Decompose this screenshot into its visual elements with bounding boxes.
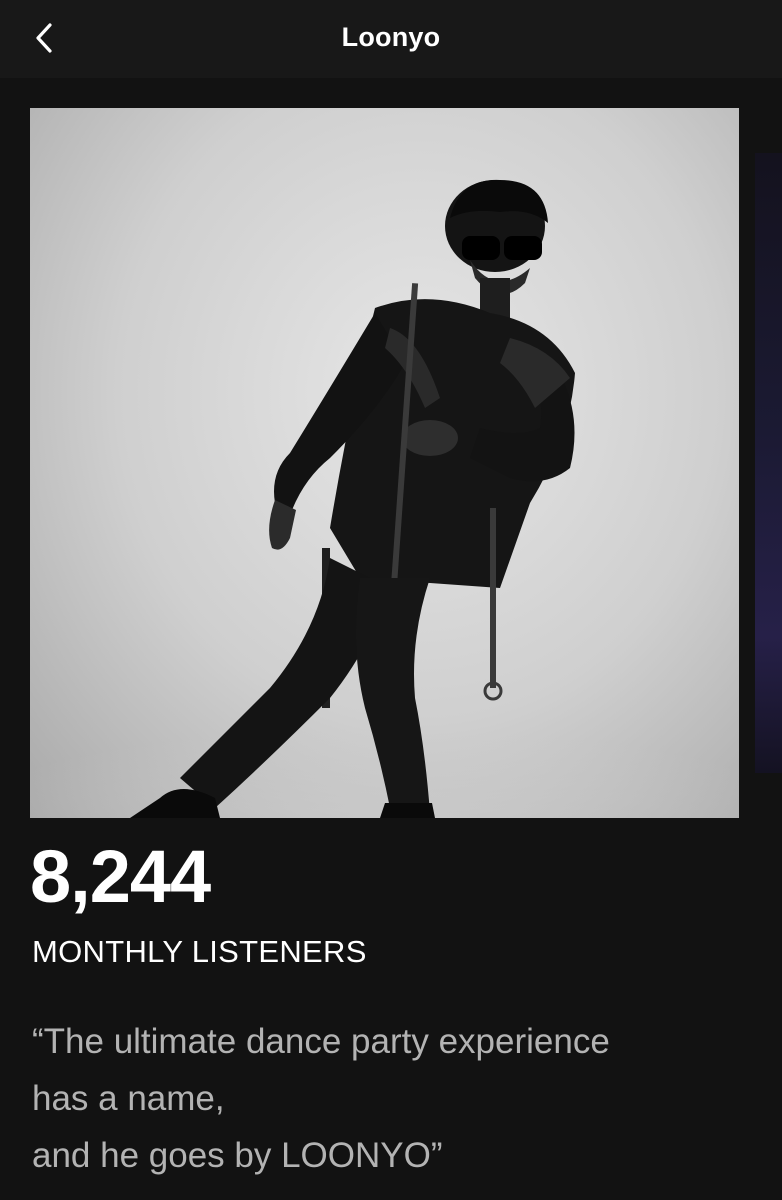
bio-line: and he goes by LOONYO” bbox=[32, 1136, 443, 1175]
monthly-listeners-label: MONTHLY LISTENERS bbox=[32, 934, 367, 969]
artist-bio: “The ultimate dance party experience has… bbox=[32, 1013, 752, 1184]
bio-line: “The ultimate dance party experience bbox=[32, 1022, 610, 1061]
artist-about-section: 8,244 MONTHLY LISTENERS “The ultimate da… bbox=[0, 78, 782, 1200]
artist-silhouette bbox=[30, 179, 739, 818]
page-title: Loonyo bbox=[341, 22, 441, 52]
monthly-listeners-count: 8,244 bbox=[30, 835, 211, 918]
next-gallery-image[interactable] bbox=[755, 153, 782, 773]
top-bar: Loonyo bbox=[0, 0, 782, 78]
bio-line: has a name, bbox=[32, 1079, 225, 1118]
artist-photo[interactable] bbox=[30, 108, 739, 818]
